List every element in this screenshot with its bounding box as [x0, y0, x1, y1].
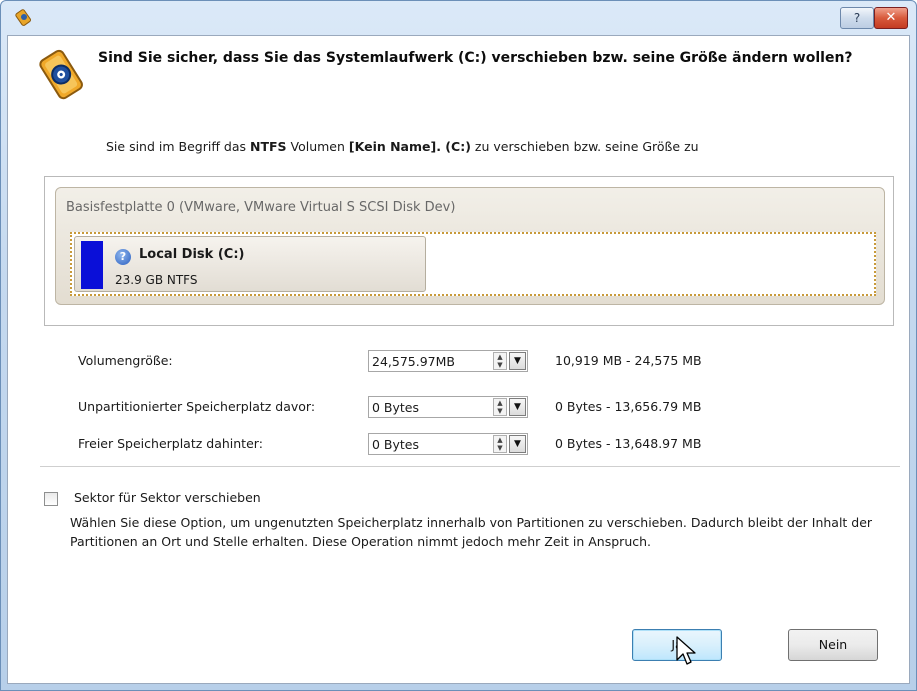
disk-title: Basisfestplatte 0 (VMware, VMware Virtua… — [66, 200, 456, 215]
partition-name: Local Disk (C:) — [139, 247, 245, 262]
dialog-heading: Sind Sie sicher, dass Sie das Systemlauf… — [98, 50, 853, 66]
partition-area: ? Local Disk (C:) 23.9 GB NTFS — [70, 232, 876, 296]
volume-size-input[interactable]: 24,575.97MB ▲ ▼ ▼ — [368, 350, 528, 372]
space-before-label: Unpartitionierter Speicherplatz davor: — [78, 399, 316, 414]
volume-size-label: Volumengröße: — [78, 353, 173, 368]
partition-size: 23.9 GB NTFS — [115, 273, 198, 287]
space-after-value: 0 Bytes — [372, 437, 420, 452]
close-button[interactable]: ✕ — [874, 7, 908, 29]
dialog-subtitle: Sie sind im Begriff das NTFS Volumen [Ke… — [106, 139, 699, 154]
space-before-range: 0 Bytes - 13,656.79 MB — [555, 399, 702, 414]
disk-panel: Basisfestplatte 0 (VMware, VMware Virtua… — [55, 187, 885, 305]
volume-size-dropdown[interactable]: ▼ — [509, 352, 526, 370]
partition-color-bar — [81, 241, 103, 289]
volume-size-value: 24,575.97MB — [372, 354, 455, 369]
space-before-dropdown[interactable]: ▼ — [509, 398, 526, 416]
space-after-label: Freier Speicherplatz dahinter: — [78, 436, 263, 451]
partition-c[interactable]: ? Local Disk (C:) 23.9 GB NTFS — [74, 236, 426, 292]
app-icon — [15, 9, 32, 26]
space-before-input[interactable]: 0 Bytes ▲ ▼ ▼ — [368, 396, 528, 418]
disk-map-frame: Basisfestplatte 0 (VMware, VMware Virtua… — [44, 176, 894, 326]
space-after-range: 0 Bytes - 13,648.97 MB — [555, 436, 702, 451]
disk-tool-icon — [39, 49, 83, 100]
help-button[interactable]: ? — [840, 7, 874, 29]
subtitle-filesystem: NTFS — [250, 139, 287, 154]
dialog-body: Sind Sie sicher, dass Sie das Systemlauf… — [7, 35, 910, 684]
space-after-input[interactable]: 0 Bytes ▲ ▼ ▼ — [368, 433, 528, 455]
volume-size-range: 10,919 MB - 24,575 MB — [555, 353, 702, 368]
title-bar: ? ✕ — [1, 1, 916, 35]
space-before-value: 0 Bytes — [372, 400, 420, 415]
space-after-spinner[interactable]: ▲ ▼ — [493, 435, 507, 453]
subtitle-text-1: Sie sind im Begriff das — [106, 139, 250, 154]
subtitle-text-3: zu verschieben bzw. seine Größe zu — [470, 139, 699, 154]
separator — [40, 466, 900, 467]
space-before-spinner[interactable]: ▲ ▼ — [493, 398, 507, 416]
question-icon: ? — [115, 249, 131, 265]
space-after-dropdown[interactable]: ▼ — [509, 435, 526, 453]
mouse-cursor-icon — [676, 636, 696, 665]
no-button[interactable]: Nein — [788, 629, 878, 661]
sector-by-sector-description: Wählen Sie diese Option, um ungenutzten … — [70, 515, 873, 549]
subtitle-volume-name: [Kein Name]. (C:) — [348, 139, 471, 154]
volume-size-spinner[interactable]: ▲ ▼ — [493, 352, 507, 370]
sector-by-sector-checkbox[interactable] — [44, 492, 58, 506]
sector-by-sector-label[interactable]: Sektor für Sektor verschieben — [74, 490, 261, 505]
dialog-window: ? ✕ Sind Sie sicher, dass Sie das System… — [0, 0, 917, 691]
subtitle-text-2: Volumen — [286, 139, 349, 154]
